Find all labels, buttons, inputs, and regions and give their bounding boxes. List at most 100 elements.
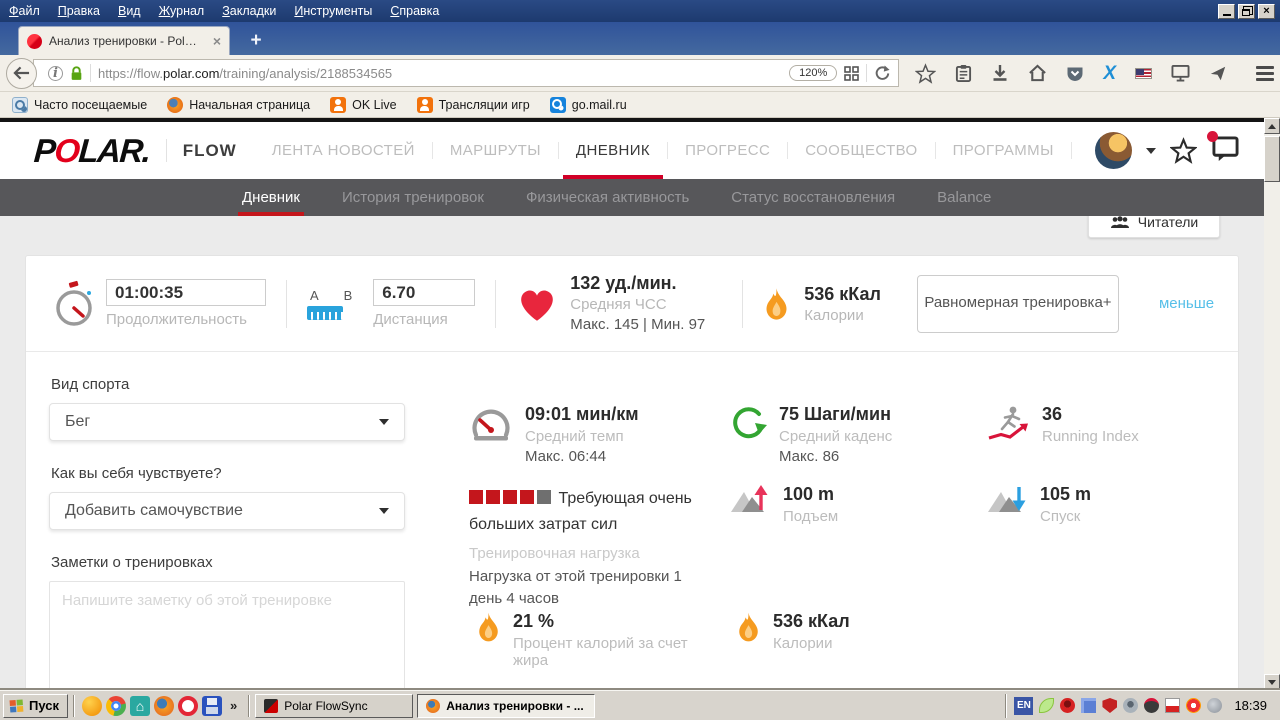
system-tray: EN 18:39 (1005, 693, 1277, 718)
language-indicator[interactable]: EN (1014, 696, 1034, 715)
quicklaunch-overflow[interactable]: » (230, 698, 237, 713)
cadence-value: 75 Шаги/мин (779, 404, 891, 424)
main-nav: ЛЕНТА НОВОСТЕЙ МАРШРУТЫ ДНЕВНИК ПРОГРЕСС… (259, 122, 1076, 179)
menu-tools[interactable]: Инструменты (285, 0, 381, 22)
page-info-icon[interactable]: i (48, 65, 63, 81)
page-tiles-icon[interactable] (844, 65, 860, 81)
menu-edit[interactable]: Правка (49, 0, 109, 22)
training-type-button[interactable]: Равномерная тренировка+ (916, 274, 1119, 333)
scrollbar-thumb[interactable] (1264, 136, 1280, 182)
cadence-label: Средний каденс (779, 428, 893, 445)
tray-network-icon[interactable] (1081, 698, 1097, 713)
training-form: Вид спорта Бег Как вы себя чувствуете? Д… (49, 376, 405, 690)
zoom-level-badge[interactable]: 120% (789, 65, 838, 81)
account-caret-icon[interactable] (1146, 147, 1156, 154)
notifications-chat-icon[interactable] (1207, 130, 1240, 167)
subnav-diary[interactable]: Дневник (238, 179, 304, 216)
avatar[interactable] (1095, 132, 1132, 169)
quicklaunch-chrome-icon[interactable] (106, 695, 126, 716)
nav-community[interactable]: СООБЩЕСТВО (792, 122, 930, 179)
flame-icon (739, 612, 758, 642)
quicklaunch-save-icon[interactable] (202, 695, 222, 716)
tab-close-icon[interactable]: × (213, 34, 221, 48)
new-tab-button[interactable]: + (243, 30, 269, 52)
scroll-down-button[interactable] (1264, 674, 1280, 690)
distance-label: Дистанция (373, 311, 448, 328)
bookmark-home[interactable]: Начальная страница (167, 96, 310, 113)
subnav-balance[interactable]: Balance (933, 179, 995, 216)
tray-bug-icon[interactable] (1060, 698, 1076, 713)
ascent-value: 100 m (783, 484, 835, 504)
cadence-arrow-icon (733, 407, 767, 439)
send-tab-icon[interactable] (1209, 64, 1227, 82)
tray-leaf-icon[interactable] (1039, 698, 1055, 713)
tray-antivirus-icon[interactable] (1186, 698, 1202, 713)
less-link[interactable]: меньше (1159, 295, 1214, 312)
favorites-star-icon[interactable] (1170, 137, 1197, 164)
quicklaunch-opera-icon[interactable] (178, 695, 198, 716)
quicklaunch-firefox-icon[interactable] (154, 695, 174, 716)
scroll-up-button[interactable] (1264, 118, 1280, 134)
toolbar-icons: X (915, 62, 1274, 84)
tray-shield-icon[interactable] (1102, 698, 1118, 713)
us-flag-icon[interactable] (1135, 67, 1152, 79)
pocket-icon[interactable] (1066, 65, 1084, 82)
bookmark-streams[interactable]: Трансляции игр (416, 96, 530, 113)
bookmark-go-mail[interactable]: go.mail.ru (549, 96, 627, 113)
polar-logo[interactable]: P O LAR. (32, 122, 152, 179)
home-icon[interactable] (1028, 64, 1047, 82)
quicklaunch-amigo-icon[interactable] (82, 695, 102, 716)
menu-history[interactable]: Журнал (150, 0, 214, 22)
menu-file[interactable]: Файл (0, 0, 49, 22)
back-button[interactable] (6, 57, 37, 89)
training-load-block: Требующая очень больших затрат сил Трени… (469, 486, 693, 609)
menu-view[interactable]: Вид (109, 0, 150, 22)
duration-input[interactable] (106, 279, 266, 306)
page-scrollbar[interactable] (1264, 118, 1280, 690)
task-polar-flowsync[interactable]: Polar FlowSync (255, 693, 414, 718)
bookmarks-menu-icon[interactable] (955, 64, 972, 83)
tray-sync-check-icon[interactable] (1165, 698, 1181, 713)
notes-textarea[interactable] (49, 581, 405, 690)
tray-webcam-icon[interactable] (1123, 698, 1139, 713)
nav-progress[interactable]: ПРОГРЕСС (672, 122, 783, 179)
sport-select[interactable]: Бег (49, 403, 405, 441)
bookmark-ok-live[interactable]: OK Live (330, 96, 397, 113)
nav-routes[interactable]: МАРШРУТЫ (437, 122, 554, 179)
calories2-value: 536 кКал (773, 611, 850, 631)
downloads-icon[interactable] (991, 64, 1009, 82)
subnav-activity[interactable]: Физическая активность (522, 179, 693, 216)
bookmark-frequent[interactable]: Часто посещаемые (12, 96, 147, 113)
load-block-empty (537, 490, 551, 504)
chevron-down-icon (379, 508, 389, 514)
x-extension-icon[interactable]: X (1103, 64, 1116, 83)
menu-bookmarks[interactable]: Закладки (213, 0, 285, 22)
start-button[interactable]: Пуск (3, 693, 68, 718)
load-detail: Нагрузка от этой тренировки 1 день 4 час… (469, 567, 682, 607)
minimize-button[interactable] (1218, 3, 1235, 19)
url-text: https://flow.polar.com/training/analysis… (98, 65, 393, 81)
tray-swirl-icon[interactable] (1144, 698, 1160, 713)
nav-news-feed[interactable]: ЛЕНТА НОВОСТЕЙ (259, 122, 428, 179)
reload-icon[interactable] (874, 65, 890, 81)
subnav-training-history[interactable]: История тренировок (338, 179, 488, 216)
bookmark-star-icon[interactable] (915, 62, 937, 84)
nav-diary[interactable]: ДНЕВНИК (562, 122, 664, 179)
feeling-select[interactable]: Добавить самочувствие (49, 492, 405, 530)
restore-button[interactable] (1238, 3, 1255, 19)
menu-help[interactable]: Справка (381, 0, 448, 22)
quicklaunch-home-icon[interactable]: ⌂ (130, 695, 150, 716)
load-title: Требующая очень больших затрат сил (469, 490, 692, 534)
nav-programs[interactable]: ПРОГРАММЫ (940, 122, 1067, 179)
browser-tab[interactable]: Анализ тренировки - Polar F... × (18, 26, 230, 55)
duration-label: Продолжительность (106, 311, 247, 328)
close-button[interactable]: × (1258, 3, 1275, 19)
screenshare-icon[interactable] (1171, 64, 1190, 82)
tray-volume-icon[interactable] (1207, 698, 1223, 713)
menu-hamburger-icon[interactable] (1256, 65, 1274, 81)
ruler-icon (307, 305, 343, 320)
subnav-recovery-status[interactable]: Статус восстановления (727, 179, 899, 216)
task-training-analysis[interactable]: Анализ тренировки - ... (417, 693, 596, 718)
distance-input[interactable] (373, 279, 476, 306)
address-bar[interactable]: i https://flow.polar.com/training/analys… (33, 59, 900, 87)
